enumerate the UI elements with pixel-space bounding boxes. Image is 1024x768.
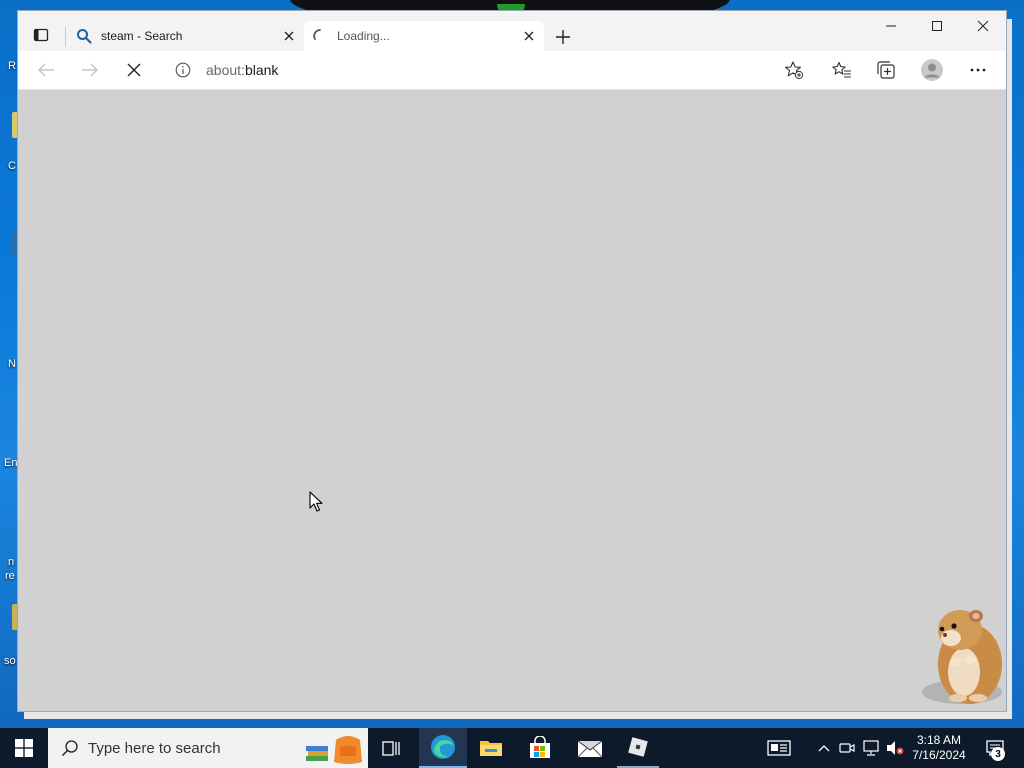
favorites-icon: [832, 61, 851, 78]
tab-actions-button[interactable]: [26, 23, 56, 47]
start-button[interactable]: [0, 728, 48, 768]
notification-count-badge: 3: [991, 747, 1005, 761]
more-options-button[interactable]: [962, 55, 994, 85]
back-button[interactable]: [30, 55, 62, 85]
desktop-icon-label[interactable]: so: [4, 655, 16, 667]
taskbar-microsoft-store[interactable]: [518, 728, 562, 768]
close-tab-icon[interactable]: [280, 27, 298, 45]
browser-window: steam - Search Loading... about:blank: [18, 11, 1006, 711]
file-explorer-icon: [480, 741, 502, 756]
news-icon: [767, 740, 791, 756]
plus-icon: [556, 30, 570, 44]
collections-button[interactable]: [870, 55, 902, 85]
close-tab-icon[interactable]: [520, 27, 538, 45]
meet-now-button[interactable]: [837, 728, 857, 768]
tab-actions-icon: [33, 28, 49, 42]
loading-spinner-icon: [312, 28, 328, 44]
mail-icon: [577, 740, 603, 758]
tab-strip: steam - Search Loading...: [18, 11, 1006, 51]
stop-loading-button[interactable]: [118, 55, 150, 85]
desktop-icon-label[interactable]: En: [4, 457, 17, 469]
search-highlight-icon: [304, 728, 368, 768]
volume-muted-icon: [887, 741, 904, 755]
collections-icon: [877, 61, 895, 79]
more-options-icon: [970, 68, 986, 72]
desktop-icon-label[interactable]: re: [5, 570, 17, 582]
forward-button[interactable]: [74, 55, 106, 85]
chevron-up-icon: [818, 745, 830, 752]
microsoft-store-icon: [530, 736, 550, 758]
add-favorite-icon[interactable]: [782, 58, 806, 82]
meet-now-icon: [839, 743, 855, 753]
show-hidden-icons-button[interactable]: [813, 728, 835, 768]
maximize-button[interactable]: [914, 11, 960, 41]
back-arrow-icon: [38, 63, 54, 77]
taskbar-file-explorer[interactable]: [469, 728, 513, 768]
new-tab-button[interactable]: [551, 25, 575, 49]
news-and-interests-button[interactable]: [760, 728, 798, 768]
profile-button[interactable]: [916, 55, 948, 85]
maximize-icon: [932, 21, 942, 31]
taskbar: Type here to search 3:18 AM 7/16/2024: [0, 728, 1024, 768]
close-icon: [977, 20, 989, 32]
search-icon: [76, 28, 92, 44]
minimize-icon: [886, 25, 896, 27]
network-icon: [863, 740, 879, 756]
clock[interactable]: 3:18 AM 7/16/2024: [906, 728, 972, 768]
tab-title: Loading...: [337, 29, 390, 43]
taskbar-roblox[interactable]: [617, 728, 659, 768]
browser-toolbar: about:blank: [18, 51, 1006, 90]
close-window-button[interactable]: [960, 11, 1006, 41]
edge-icon: [431, 735, 455, 759]
windows-logo-icon: [15, 739, 33, 757]
minimize-button[interactable]: [868, 11, 914, 41]
roblox-icon: [628, 737, 648, 757]
tab-loading[interactable]: Loading...: [304, 21, 544, 51]
forward-arrow-icon: [82, 63, 98, 77]
tab-steam-search[interactable]: steam - Search: [68, 21, 304, 51]
tab-divider: [65, 27, 66, 47]
taskbar-search[interactable]: Type here to search: [48, 728, 368, 768]
clock-time: 3:18 AM: [916, 733, 961, 747]
taskbar-mail[interactable]: [566, 728, 614, 768]
task-view-button[interactable]: [372, 728, 412, 768]
taskbar-edge[interactable]: [419, 728, 467, 768]
info-icon[interactable]: [174, 61, 192, 79]
hamster-desktop-pet[interactable]: [918, 600, 1010, 712]
address-url[interactable]: about:blank: [206, 62, 782, 78]
stop-loading-icon: [127, 63, 141, 77]
profile-icon: [921, 59, 943, 81]
mouse-cursor-icon: [309, 491, 323, 513]
search-icon: [60, 738, 80, 758]
page-content[interactable]: [18, 90, 1006, 711]
favorites-button[interactable]: [826, 55, 858, 85]
volume-button[interactable]: [884, 728, 906, 768]
network-button[interactable]: [860, 728, 882, 768]
tab-title: steam - Search: [101, 29, 183, 43]
search-placeholder: Type here to search: [88, 739, 221, 757]
task-view-icon: [382, 741, 400, 756]
clock-date: 7/16/2024: [912, 748, 966, 762]
address-bar[interactable]: about:blank: [164, 55, 814, 85]
